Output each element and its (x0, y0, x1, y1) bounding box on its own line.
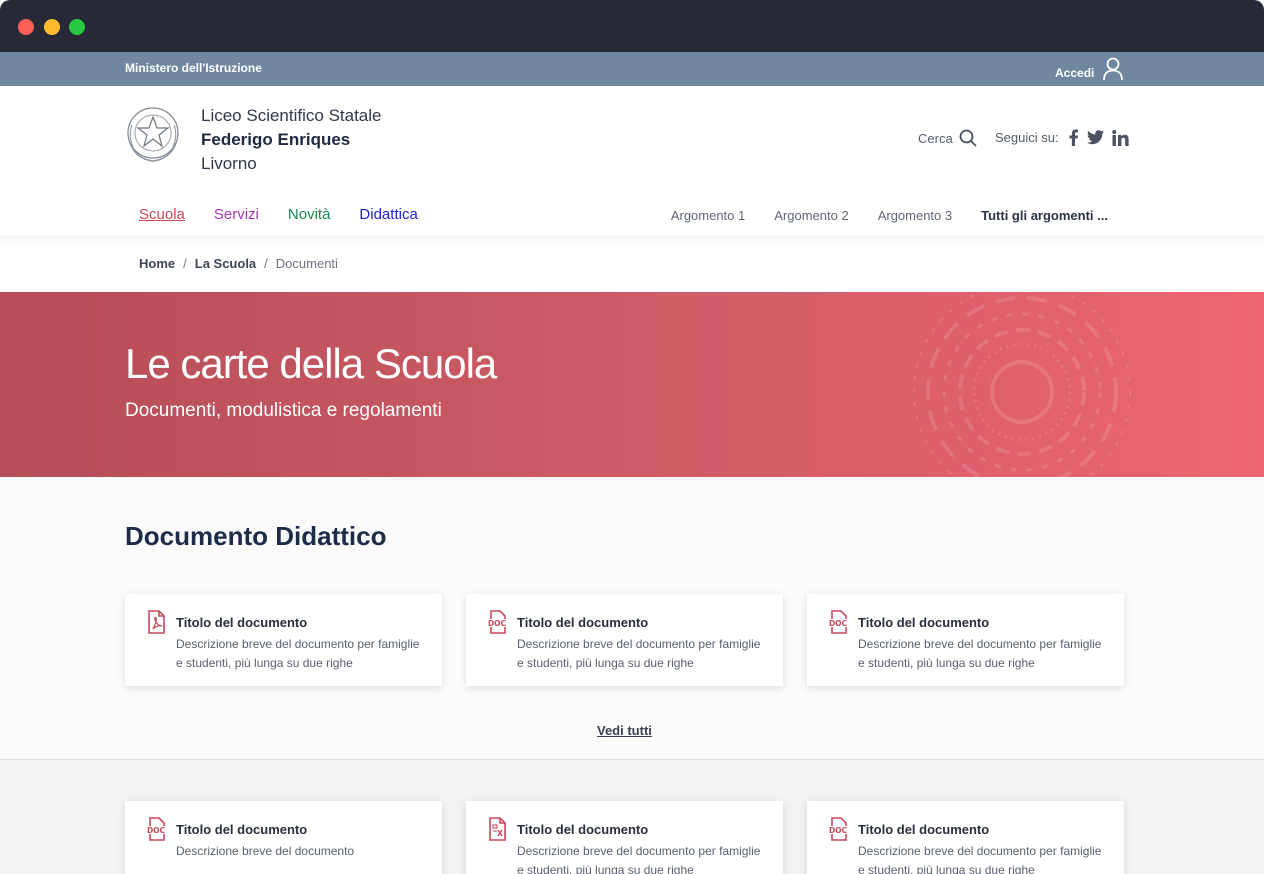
document-card[interactable]: DOC Titolo del documento Descrizione bre… (125, 801, 442, 874)
svg-text:DOC: DOC (829, 619, 848, 628)
doc-icon: DOC (827, 817, 849, 841)
document-description: Descrizione breve del documento per fami… (858, 637, 1102, 670)
document-card[interactable]: Titolo del documento Descrizione breve d… (466, 801, 783, 874)
school-title: Federigo Enriques (201, 130, 351, 149)
document-title: Titolo del documento (517, 615, 649, 630)
ministry-link[interactable]: Ministero dell'Istruzione (125, 61, 262, 75)
topics-navigation: Argomento 1 Argomento 2 Argomento 3 Tutt… (671, 208, 1108, 223)
site-header: Liceo Scientifico Statale Federigo Enriq… (0, 86, 1264, 236)
social-label: Seguici su: (995, 130, 1059, 145)
all-topics-link[interactable]: Tutti gli argomenti ... (981, 208, 1108, 223)
document-title: Titolo del documento (176, 822, 308, 837)
browser-window: Ministero dell'Istruzione Accedi Liceo S… (0, 0, 1264, 874)
twitter-icon[interactable] (1086, 130, 1104, 145)
see-all-link[interactable]: Vedi tutti (597, 723, 652, 738)
document-title: Titolo del documento (517, 822, 649, 837)
document-description: Descrizione breve del documento (176, 844, 355, 858)
svg-text:DOC: DOC (829, 826, 848, 835)
school-type: Liceo Scientifico Statale (201, 106, 382, 125)
document-description: Descrizione breve del documento per fami… (858, 844, 1102, 874)
login-label: Accedi (1055, 66, 1095, 80)
breadcrumb: Home / La Scuola / Documenti (139, 256, 338, 271)
document-card[interactable]: DOC Titolo del documento Descrizione bre… (807, 801, 1124, 874)
breadcrumb-separator: / (183, 256, 187, 271)
svg-text:DOC: DOC (488, 619, 507, 628)
document-description: Descrizione breve del documento per fami… (517, 637, 761, 670)
ministry-bar: Ministero dell'Istruzione Accedi (0, 52, 1264, 86)
document-title: Titolo del documento (858, 822, 990, 837)
topic-link-2[interactable]: Argomento 2 (774, 208, 848, 223)
document-card[interactable]: Titolo del documento Descrizione breve d… (125, 594, 442, 686)
document-cards-row-1: Titolo del documento Descrizione breve d… (125, 594, 1124, 686)
search-button[interactable]: Cerca (918, 129, 977, 147)
doc-icon: DOC (827, 610, 849, 634)
document-cards-row-2: DOC Titolo del documento Descrizione bre… (125, 801, 1124, 874)
nav-item-didattica[interactable]: Didattica (359, 206, 417, 223)
linkedin-icon[interactable] (1111, 129, 1129, 146)
document-title: Titolo del documento (176, 615, 308, 630)
minimize-window-button[interactable] (44, 19, 60, 35)
breadcrumb-separator: / (264, 256, 268, 271)
school-city: Livorno (201, 154, 257, 173)
nav-item-novita[interactable]: Novità (288, 206, 331, 223)
document-title: Titolo del documento (858, 615, 990, 630)
document-description: Descrizione breve del documento per fami… (517, 844, 761, 874)
main-navigation: Scuola Servizi Novità Didattica (139, 206, 418, 223)
section-title: Documento Didattico (125, 521, 387, 551)
search-label: Cerca (918, 130, 953, 146)
breadcrumb-current: Documenti (275, 256, 338, 271)
nav-item-scuola[interactable]: Scuola (139, 206, 185, 223)
republic-emblem-icon[interactable] (124, 103, 182, 165)
document-description: Descrizione breve del documento per fami… (176, 637, 420, 670)
document-card[interactable]: DOC Titolo del documento Descrizione bre… (466, 594, 783, 686)
spreadsheet-icon (489, 817, 506, 841)
page-subtitle: Documenti, modulistica e regolamenti (125, 400, 442, 421)
breadcrumb-home[interactable]: Home (139, 256, 175, 271)
close-window-button[interactable] (18, 19, 34, 35)
nav-item-servizi[interactable]: Servizi (214, 206, 259, 223)
page-title: Le carte della Scuola (125, 340, 497, 387)
doc-icon: DOC (145, 817, 167, 841)
breadcrumb-la-scuola[interactable]: La Scuola (195, 256, 256, 271)
document-card[interactable]: DOC Titolo del documento Descrizione bre… (807, 594, 1124, 686)
user-icon (1103, 57, 1124, 81)
documents-section: Documento Didattico Titolo del documento… (0, 477, 1264, 760)
decorative-circles-icon (913, 292, 1131, 477)
login-button[interactable]: Accedi (1055, 57, 1124, 85)
hero-banner: Le carte della Scuola Documenti, modulis… (0, 292, 1264, 477)
maximize-window-button[interactable] (69, 19, 85, 35)
facebook-icon[interactable] (1067, 129, 1079, 146)
search-icon (959, 129, 977, 147)
social-links: Seguici su: (995, 129, 1129, 146)
school-name[interactable]: Liceo Scientifico Statale Federigo Enriq… (201, 104, 382, 176)
window-titlebar (0, 0, 1264, 52)
more-documents-section: DOC Titolo del documento Descrizione bre… (0, 760, 1264, 874)
topic-link-3[interactable]: Argomento 3 (878, 208, 952, 223)
doc-icon: DOC (486, 610, 508, 634)
topic-link-1[interactable]: Argomento 1 (671, 208, 745, 223)
breadcrumb-bar: Home / La Scuola / Documenti (0, 236, 1264, 292)
pdf-icon (148, 610, 165, 634)
svg-text:DOC: DOC (147, 826, 166, 835)
